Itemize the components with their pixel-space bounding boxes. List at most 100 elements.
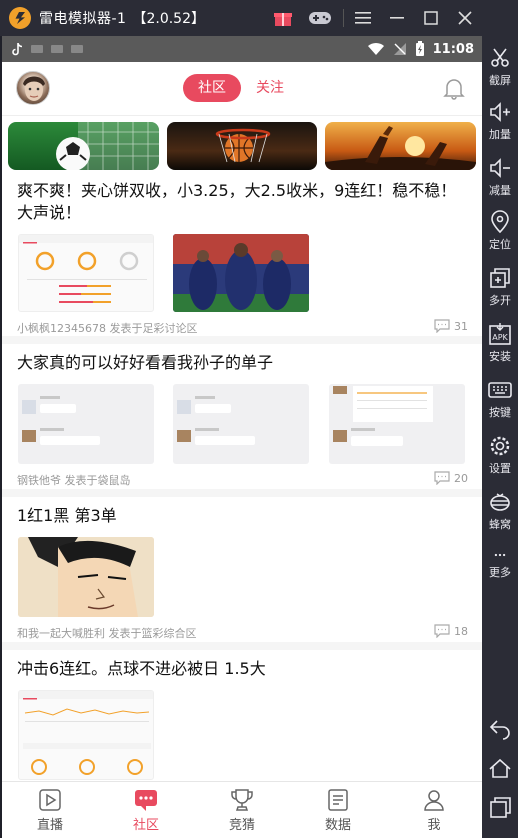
nav-data[interactable]: 数据: [290, 782, 386, 838]
avatar[interactable]: [16, 71, 50, 105]
basketball-image: [215, 128, 270, 163]
sidebar-label: 更多: [489, 566, 511, 579]
post-author[interactable]: 小枫枫12345678 发表于足彩讨论区: [17, 320, 197, 336]
person-icon: [424, 790, 444, 811]
location-icon: [491, 210, 509, 234]
data-icon: [328, 789, 348, 811]
post-thumbnail[interactable]: [329, 384, 465, 464]
community-icon: [135, 790, 157, 811]
minimize-icon[interactable]: [380, 0, 414, 36]
signal-icon: [393, 43, 406, 55]
post-thumbnail[interactable]: [18, 384, 154, 464]
svg-text:APK: APK: [492, 333, 508, 342]
emulator-version: 【2.0.52】: [132, 11, 205, 27]
post-thumbnail[interactable]: [18, 537, 154, 617]
android-recents-button[interactable]: [482, 796, 518, 820]
sunset-celebration-image: [325, 126, 477, 170]
menu-icon[interactable]: [346, 0, 380, 36]
sidebar-label: 按键: [489, 406, 511, 419]
emulator-titlebar: 雷电模拟器-1 【2.0.52】: [0, 0, 518, 36]
sidebar-settings-button[interactable]: 设置: [482, 434, 518, 476]
post-title[interactable]: 大家真的可以好好看看我孙子的单子: [17, 352, 457, 374]
stats-screenshot-image: [19, 235, 153, 303]
sidebar-label: 多开: [489, 294, 511, 307]
nav-me[interactable]: 我: [386, 782, 482, 838]
comment-icon: [434, 471, 450, 485]
gamepad-icon[interactable]: [300, 0, 340, 36]
sidebar-volume-up-button[interactable]: 加量: [482, 100, 518, 142]
nav-label: 数据: [324, 818, 351, 833]
post-title[interactable]: 爽不爽！夹心饼双收，小3.25，大2.5收米，9连红！稳不稳！大声说！: [17, 180, 457, 224]
comment-count[interactable]: 31: [434, 319, 468, 333]
bell-icon[interactable]: [442, 76, 466, 100]
close-icon[interactable]: [448, 0, 482, 36]
sidebar-label: 减量: [489, 184, 511, 197]
live-play-icon: [39, 789, 61, 811]
sidebar-hive-button[interactable]: 蜂窝: [482, 490, 518, 532]
sidebar-location-button[interactable]: 定位: [482, 210, 518, 252]
gift-icon[interactable]: [266, 0, 300, 36]
notification-app-icon: [71, 45, 83, 53]
phone-screen: 11:08 社区 关注 爽不爽！夹心饼双收，小3.25，大2.5收米，9连红！稳…: [2, 36, 482, 838]
sidebar-multi-button[interactable]: 多开: [482, 266, 518, 308]
comment-icon: [434, 624, 450, 638]
post-card[interactable]: 冲击6连红。点球不进必被日 1.5大: [2, 650, 482, 781]
post-title[interactable]: 1红1黑 第3单: [17, 505, 457, 527]
post-thumbnail[interactable]: [173, 234, 309, 312]
emulator-window: 雷电模拟器-1 【2.0.52】 截屏 加量 减量 定位 多开 APK 安装 按…: [0, 0, 518, 838]
chat-screenshot-image: [177, 396, 255, 445]
nav-label: 社区: [132, 818, 159, 833]
more-icon: [494, 553, 506, 557]
sidebar-install-button[interactable]: APK 安装: [482, 322, 518, 364]
nav-guess[interactable]: 竞猜: [194, 782, 290, 838]
banner-football[interactable]: [8, 122, 159, 170]
sidebar-label: 设置: [489, 462, 511, 475]
post-author[interactable]: 钢铁他爷 发表于袋鼠岛: [17, 472, 131, 488]
post-thumbnail[interactable]: [173, 384, 309, 464]
post-card[interactable]: 大家真的可以好好看看我孙子的单子 钢铁他爷 发表于袋鼠岛 20: [2, 344, 482, 497]
tab-community[interactable]: 社区: [183, 74, 241, 102]
android-status-bar: 11:08: [2, 36, 482, 62]
manga-face-image: [18, 537, 154, 617]
sidebar-keymap-button[interactable]: 按键: [482, 378, 518, 420]
notification-app-icon: [31, 45, 43, 53]
back-arrow-icon: [489, 720, 510, 740]
banner-sunset[interactable]: [325, 122, 477, 170]
nav-live[interactable]: 直播: [2, 782, 98, 838]
android-home-button[interactable]: [482, 756, 518, 780]
post-thumbnail[interactable]: [18, 690, 154, 780]
sidebar-label: 蜂窝: [489, 518, 511, 531]
post-card[interactable]: 爽不爽！夹心饼双收，小3.25，大2.5收米，9连红！稳不稳！大声说！ 小枫枫1…: [2, 174, 482, 344]
match-screenshot-image: [333, 386, 433, 446]
banner-carousel: [8, 122, 477, 172]
sidebar-label: 安装: [489, 350, 511, 363]
post-author[interactable]: 和我一起大喊胜利 发表于篮彩综合区: [17, 625, 197, 641]
comment-icon: [434, 319, 450, 333]
comment-count[interactable]: 18: [434, 624, 468, 638]
multi-instance-icon: [490, 268, 510, 288]
comment-count-value: 31: [454, 319, 468, 333]
sidebar-volume-down-button[interactable]: 减量: [482, 156, 518, 198]
banner-basketball[interactable]: [166, 122, 318, 170]
trophy-icon: [231, 789, 253, 811]
post-thumbnail[interactable]: [18, 234, 154, 312]
status-clock: 11:08: [432, 41, 474, 57]
comment-count-value: 20: [454, 471, 468, 485]
sidebar-label: 加量: [489, 128, 511, 141]
sidebar-more-button[interactable]: 更多: [482, 548, 518, 580]
sidebar-label: 截屏: [489, 74, 511, 87]
nav-community[interactable]: 社区: [98, 782, 194, 838]
wifi-icon: [367, 42, 384, 55]
team-celebration-image: [173, 234, 309, 312]
volume-down-icon: [490, 158, 510, 178]
android-back-button[interactable]: [482, 716, 518, 740]
community-feed[interactable]: 爽不爽！夹心饼双收，小3.25，大2.5收米，9连红！稳不稳！大声说！ 小枫枫1…: [2, 116, 482, 781]
post-card[interactable]: 1红1黑 第3单 和我一起大喊胜利 发表于篮彩综合区 18: [2, 497, 482, 650]
apk-install-icon: APK: [489, 323, 511, 345]
comment-count[interactable]: 20: [434, 471, 468, 485]
gear-icon: [490, 436, 510, 456]
post-title[interactable]: 冲击6连红。点球不进必被日 1.5大: [17, 658, 457, 680]
sidebar-screenshot-button[interactable]: 截屏: [482, 46, 518, 88]
tab-follow[interactable]: 关注: [250, 74, 290, 102]
maximize-icon[interactable]: [414, 0, 448, 36]
